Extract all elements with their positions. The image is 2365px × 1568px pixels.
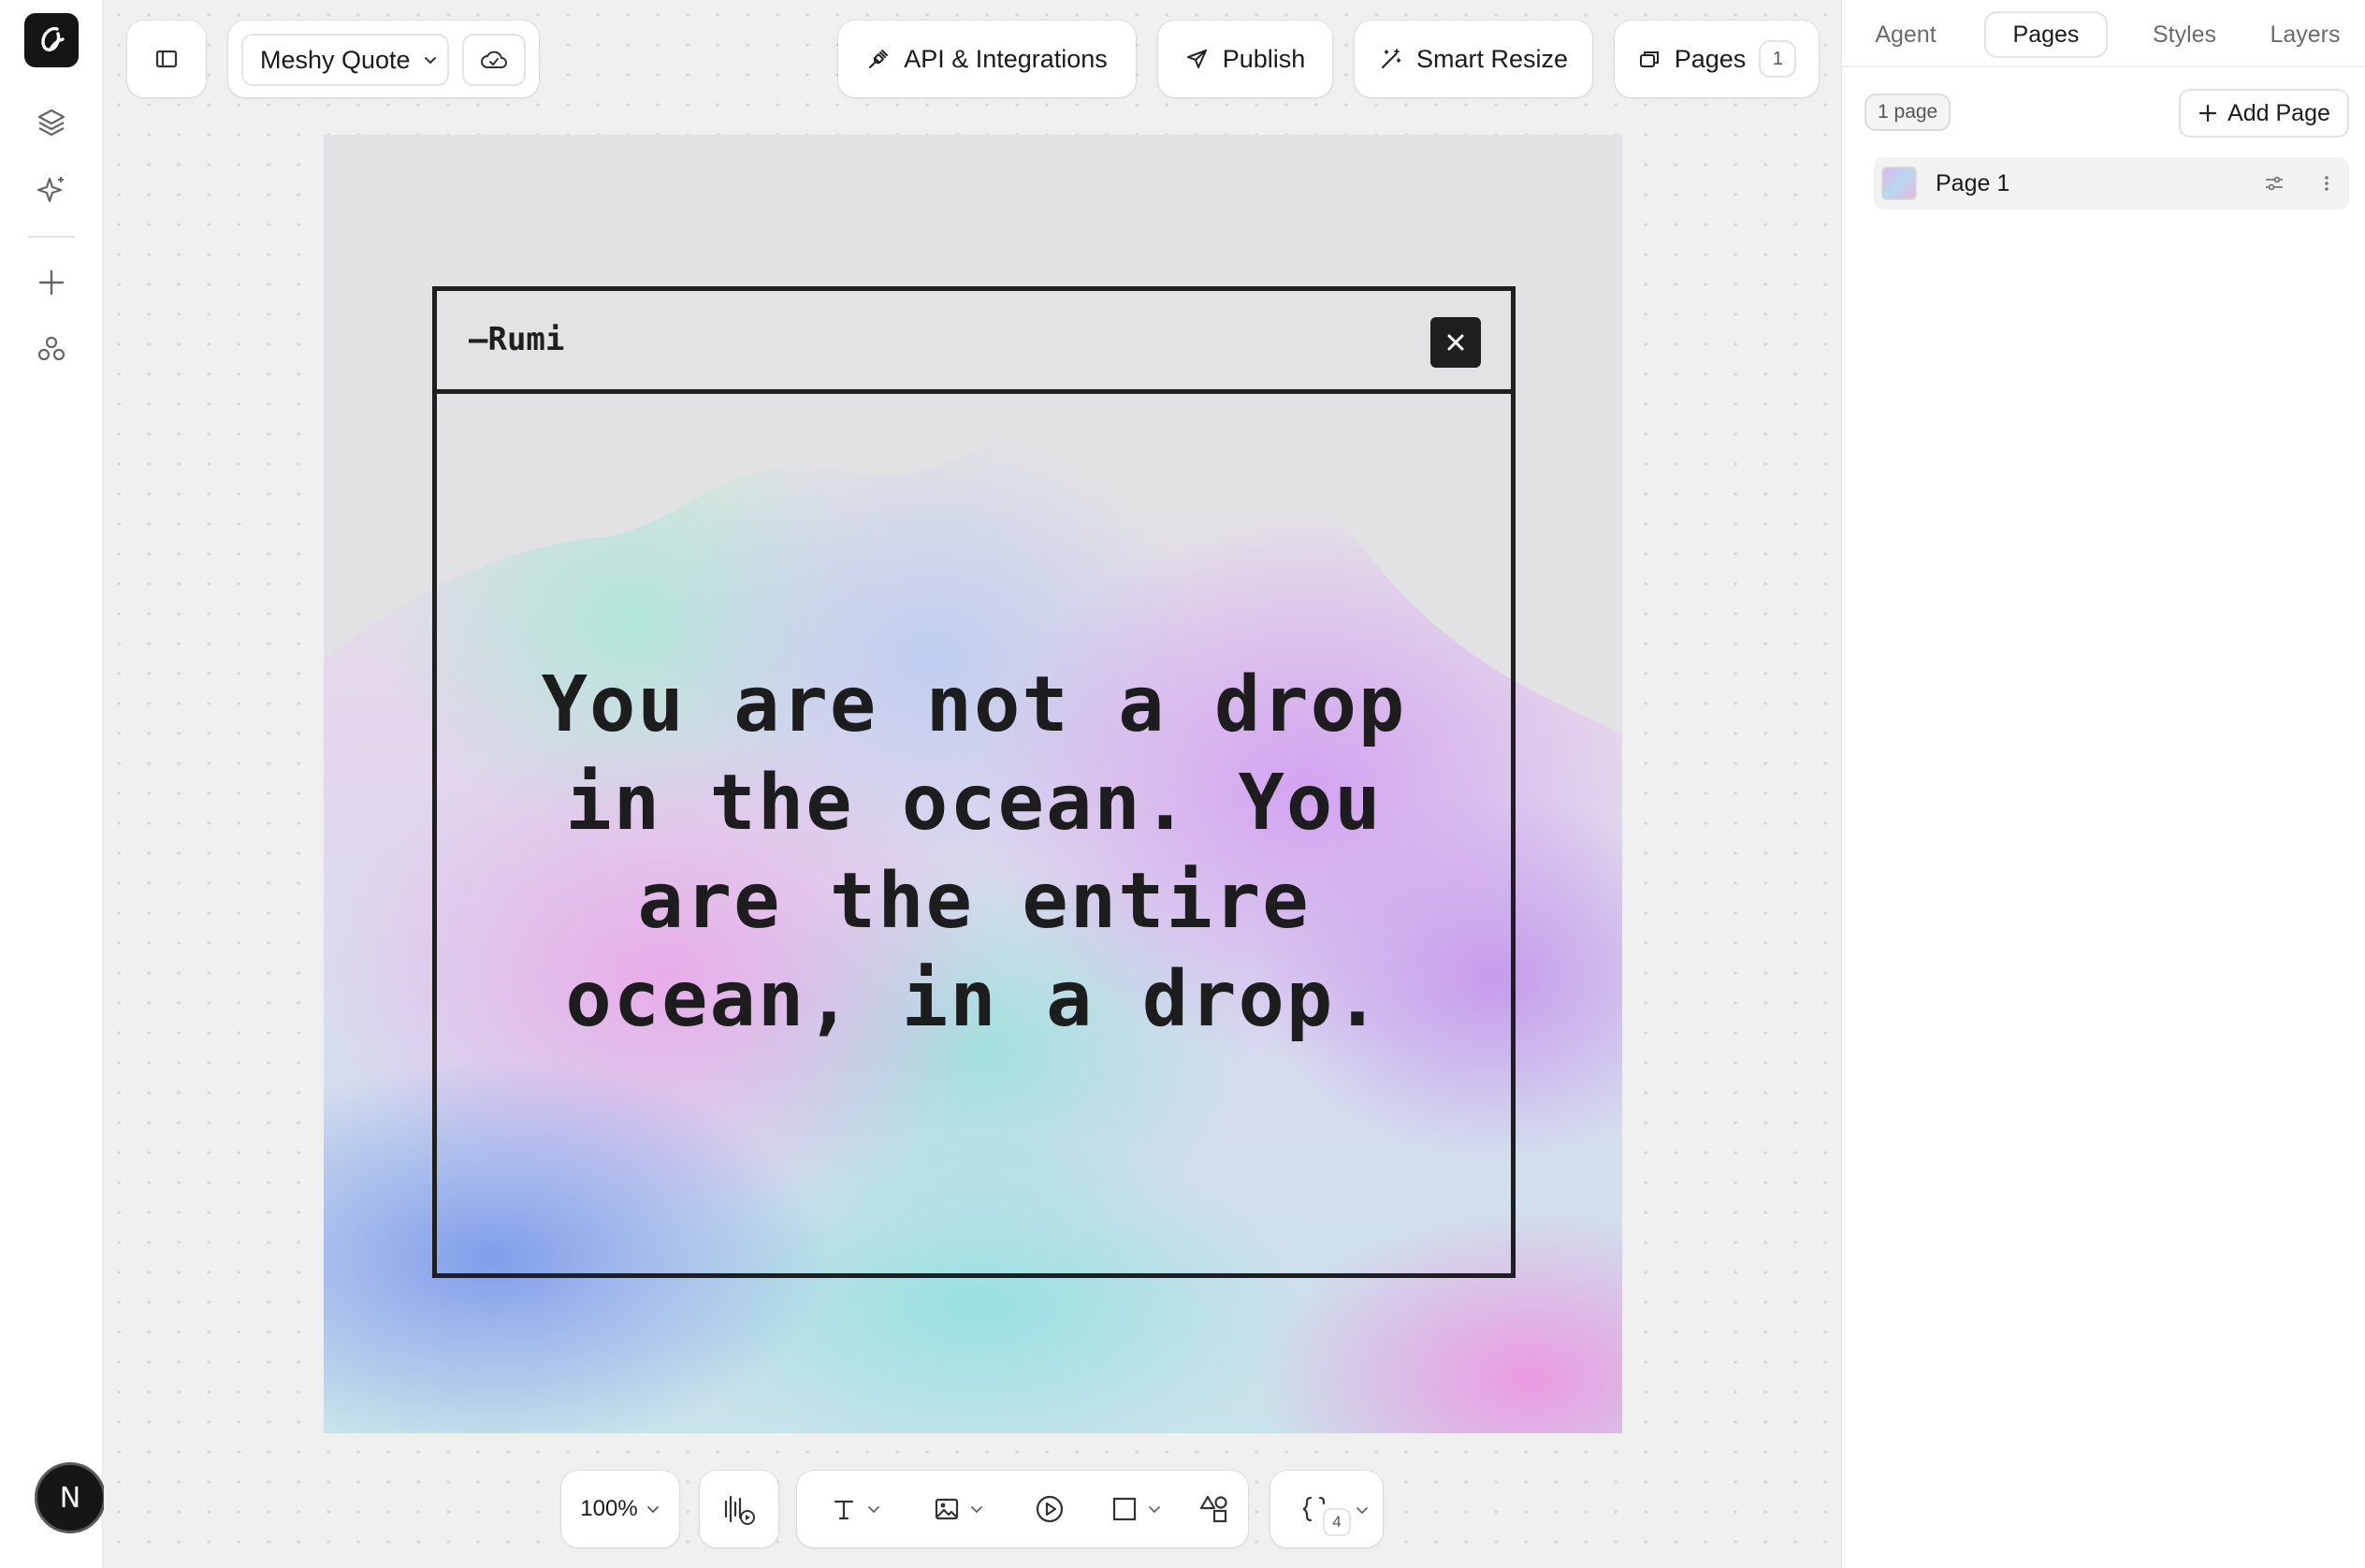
cloud-sync-button[interactable] — [462, 34, 526, 86]
zoom-level: 100% — [580, 1496, 638, 1521]
plus-icon — [2198, 104, 2217, 123]
quote-text: You are not a drop in the ocean. You are… — [474, 656, 1473, 1049]
close-window-button[interactable] — [1430, 317, 1481, 368]
magic-wand-icon — [1381, 49, 1401, 69]
image-tool[interactable] — [921, 1471, 995, 1547]
video-tool[interactable] — [1022, 1471, 1078, 1547]
left-rail: N — [0, 0, 106, 1568]
quote-line: ocean, in a drop. — [565, 955, 1383, 1044]
chevron-down-icon[interactable] — [1147, 1502, 1162, 1517]
chevron-down-icon — [424, 57, 436, 65]
chevron-down-icon[interactable] — [866, 1502, 881, 1517]
sidebar-panel-icon — [155, 50, 178, 68]
quote-line: You are not a drop — [541, 661, 1407, 749]
tab-styles[interactable]: Styles — [2128, 11, 2241, 58]
api-integrations-label: API & Integrations — [904, 44, 1108, 73]
rail-divider — [28, 236, 75, 238]
page-list-item[interactable]: Page 1 — [1874, 157, 2349, 210]
toggle-sidebar-button[interactable] — [127, 21, 206, 97]
plug-icon — [869, 50, 889, 68]
audio-play-icon — [724, 1495, 755, 1525]
tab-agent[interactable]: Agent — [1851, 11, 1960, 58]
add-icon[interactable] — [28, 259, 75, 306]
cloud-check-icon — [481, 51, 507, 68]
add-page-label: Add Page — [2227, 99, 2330, 126]
app-logo[interactable] — [24, 13, 79, 67]
publish-label: Publish — [1222, 44, 1306, 73]
api-integrations-button[interactable]: API & Integrations — [838, 21, 1136, 97]
layers-icon[interactable] — [28, 99, 75, 146]
smart-resize-label: Smart Resize — [1415, 44, 1569, 73]
sparkle-icon[interactable] — [28, 167, 75, 213]
close-icon — [1447, 334, 1464, 351]
quote-window-header: —Rumi — [437, 291, 1511, 394]
right-panel: Agent Pages Styles Layers 1 page Add Pag… — [1841, 0, 2365, 1568]
shapes-icon — [1199, 1495, 1227, 1523]
project-name: Meshy Quote — [260, 45, 411, 74]
insert-toolbar — [797, 1471, 1248, 1547]
artboard[interactable]: —Rumi You are not a drop in the ocean. Y… — [324, 135, 1622, 1433]
components-icon[interactable] — [28, 326, 75, 372]
chevron-down-icon[interactable] — [1355, 1503, 1370, 1517]
pages-stack-icon — [1639, 51, 1659, 67]
logo-glyph-icon — [41, 26, 65, 51]
play-circle-icon — [1036, 1495, 1064, 1523]
quote-line: are the entire — [637, 857, 1311, 946]
quote-author: —Rumi — [469, 321, 565, 358]
rectangle-icon — [1112, 1497, 1137, 1521]
pages-button[interactable]: Pages 1 — [1615, 21, 1819, 97]
chevron-down-icon — [646, 1506, 659, 1514]
publish-button[interactable]: Publish — [1158, 21, 1332, 97]
text-icon — [834, 1500, 854, 1520]
quote-line: in the ocean. You — [565, 759, 1383, 848]
panel-tabs: Agent Pages Styles Layers — [1842, 0, 2365, 67]
pages-count-badge: 1 — [1759, 40, 1797, 78]
shape-tool[interactable] — [1098, 1471, 1173, 1547]
tab-pages[interactable]: Pages — [1984, 11, 2108, 58]
send-icon — [1186, 50, 1207, 68]
audio-animation-button[interactable] — [700, 1471, 778, 1547]
page-thumbnail — [1881, 167, 1917, 200]
smart-resize-button[interactable]: Smart Resize — [1355, 21, 1592, 97]
page-name: Page 1 — [1936, 170, 2010, 196]
pages-label: Pages — [1674, 44, 1747, 73]
page-count-badge: 1 page — [1864, 94, 1951, 131]
variables-count-badge: 4 — [1323, 1508, 1351, 1536]
chevron-down-icon[interactable] — [969, 1502, 984, 1517]
tab-layers[interactable]: Layers — [2250, 11, 2360, 58]
more-options-icon[interactable] — [2321, 172, 2332, 195]
project-name-dropdown[interactable]: Meshy Quote — [241, 34, 449, 86]
zoom-control[interactable]: 100% — [561, 1471, 679, 1547]
image-icon — [935, 1498, 959, 1520]
variables-button[interactable]: 4 — [1270, 1471, 1383, 1547]
quote-window[interactable]: —Rumi You are not a drop in the ocean. Y… — [432, 286, 1516, 1278]
add-page-button[interactable]: Add Page — [2179, 89, 2349, 138]
text-tool[interactable] — [818, 1471, 892, 1547]
elements-tool[interactable] — [1188, 1471, 1241, 1547]
user-avatar[interactable]: N — [35, 1462, 106, 1533]
page-settings-icon[interactable] — [2263, 172, 2285, 195]
